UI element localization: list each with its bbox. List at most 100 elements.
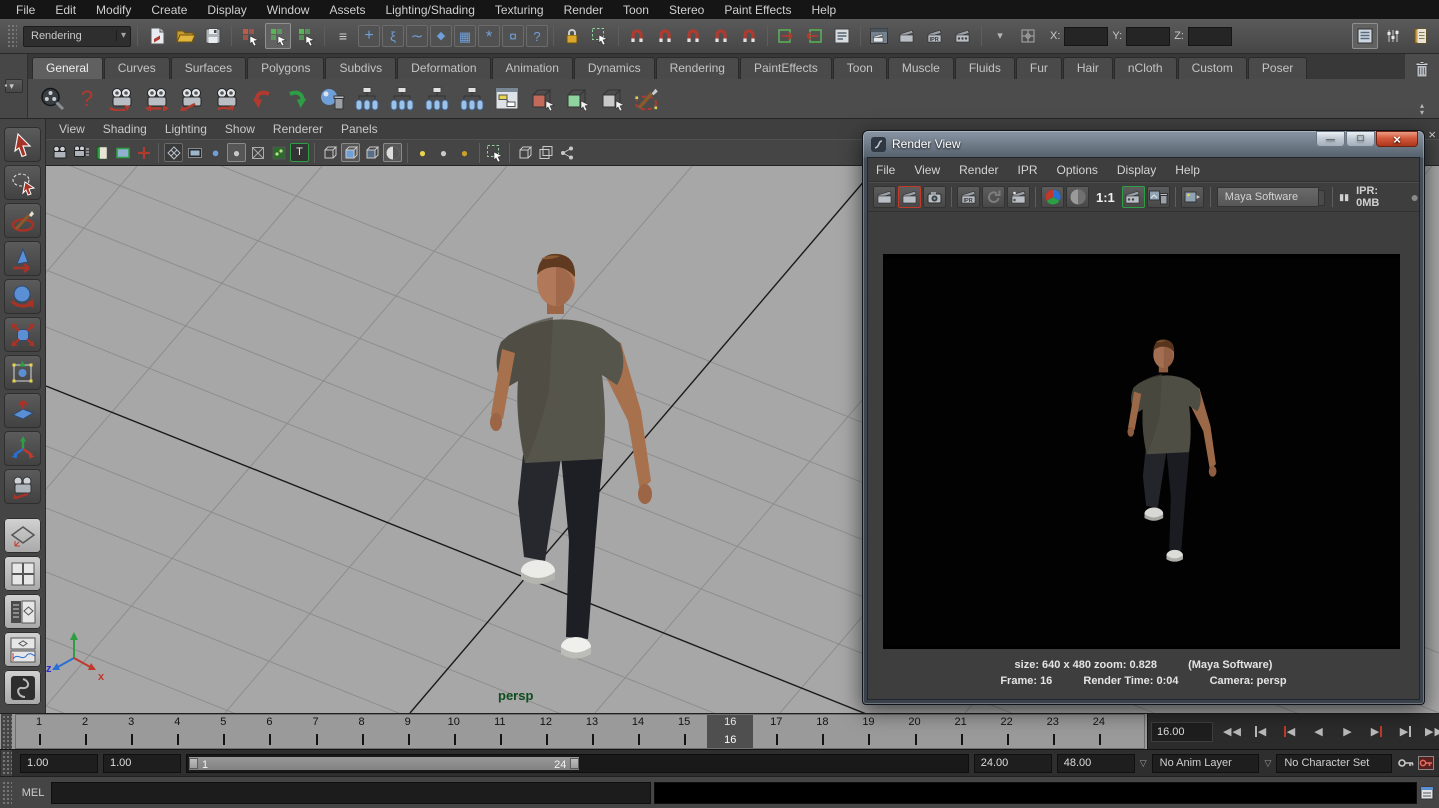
hardware-texturing-icon[interactable] xyxy=(383,143,402,162)
rv-refresh-icon[interactable] xyxy=(982,186,1005,208)
duplicate-red-icon[interactable] xyxy=(526,82,558,116)
go-to-end-button[interactable]: ▶▶ xyxy=(1421,720,1439,744)
rotate-tool-icon[interactable] xyxy=(4,279,41,314)
xray-mode-icon[interactable] xyxy=(362,143,381,162)
menu-create[interactable]: Create xyxy=(141,3,197,17)
anim-layer-dropdown-icon[interactable] xyxy=(1140,758,1147,769)
paint-scripts-icon[interactable] xyxy=(631,82,663,116)
shelf-menu-icon[interactable]: ▾ xyxy=(9,82,14,91)
snap-grid-icon[interactable] xyxy=(624,23,650,49)
frame-5[interactable]: 5 xyxy=(200,715,246,748)
anim-layer-select[interactable]: No Anim Layer xyxy=(1152,754,1260,773)
render-current-frame-icon[interactable] xyxy=(894,23,920,49)
paint-select-tool-icon[interactable] xyxy=(4,203,41,238)
shelf-tab-dynamics[interactable]: Dynamics xyxy=(574,57,655,79)
bookmarks-icon[interactable] xyxy=(92,143,111,162)
mask-curves-icon[interactable]: ∼ xyxy=(406,25,428,47)
playback-range-track[interactable]: 1 24 xyxy=(189,757,579,770)
menu-render[interactable]: Render xyxy=(554,3,613,17)
layout-hypershade-icon[interactable] xyxy=(4,670,41,705)
delete-unused-icon[interactable] xyxy=(316,82,348,116)
snap-plane-icon[interactable] xyxy=(708,23,734,49)
tool-settings-icon[interactable] xyxy=(1380,23,1406,49)
frame-1[interactable]: 1 xyxy=(16,715,62,748)
lasso-tool-icon[interactable] xyxy=(4,165,41,200)
menu-window[interactable]: Window xyxy=(257,3,320,17)
texture-view-icon[interactable]: T xyxy=(290,143,309,162)
menu-toon[interactable]: Toon xyxy=(613,3,659,17)
single-pane-cube-icon[interactable] xyxy=(515,143,534,162)
specular-light-icon[interactable]: ● xyxy=(455,143,474,162)
frame-19[interactable]: 19 xyxy=(845,715,891,748)
go-to-start-button[interactable]: ◀◀ xyxy=(1218,720,1245,744)
layout-single-icon[interactable] xyxy=(4,518,41,553)
y-field[interactable] xyxy=(1126,27,1170,46)
hypergraph-icon[interactable] xyxy=(491,82,523,116)
move-tool-icon[interactable] xyxy=(4,241,41,276)
rv-settings-icon[interactable] xyxy=(1122,186,1145,208)
frame-2[interactable]: 2 xyxy=(62,715,108,748)
snap-curve-icon[interactable] xyxy=(652,23,678,49)
shelf-tab-curves[interactable]: Curves xyxy=(104,57,170,79)
menu-help[interactable]: Help xyxy=(1175,163,1200,177)
pan-zoom-icon[interactable] xyxy=(134,143,153,162)
rv-keep-icon[interactable] xyxy=(1181,186,1204,208)
layered-panes-icon[interactable] xyxy=(536,143,555,162)
select-tool-icon[interactable] xyxy=(4,127,41,162)
key-light-icon[interactable]: ● xyxy=(413,143,432,162)
soft-modification-icon[interactable] xyxy=(4,393,41,428)
frame-7[interactable]: 7 xyxy=(292,715,338,748)
character-set-dropdown-icon[interactable] xyxy=(1264,758,1271,769)
ik-spline-icon[interactable] xyxy=(421,82,453,116)
shelf-tab-fur[interactable]: Fur xyxy=(1016,57,1062,79)
ipr-render-icon[interactable]: IPR xyxy=(922,23,948,49)
frame-14[interactable]: 14 xyxy=(615,715,661,748)
step-back-key-button[interactable]: ◀ xyxy=(1276,720,1303,744)
select-hierarchy-icon[interactable] xyxy=(237,23,263,49)
menu-file[interactable]: File xyxy=(876,163,895,177)
channel-box-icon[interactable] xyxy=(1408,23,1434,49)
rv-ipr-region-icon[interactable] xyxy=(1007,186,1030,208)
animation-end-field[interactable] xyxy=(1057,754,1135,773)
image-plane-icon[interactable] xyxy=(113,143,132,162)
time-slider[interactable]: 1234567891011121314151616171819202122232… xyxy=(15,714,1145,749)
menu-options[interactable]: Options xyxy=(1057,163,1098,177)
use-all-lights-icon[interactable] xyxy=(269,143,288,162)
share-panel-icon[interactable] xyxy=(557,143,576,162)
menu-stereo[interactable]: Stereo xyxy=(659,3,714,17)
shelf-help-icon[interactable]: ? xyxy=(71,82,103,116)
render-view-open-icon[interactable] xyxy=(866,23,892,49)
mask-dynamics-icon[interactable]: * xyxy=(478,25,500,47)
duplicate-gray-icon[interactable] xyxy=(596,82,628,116)
undo-icon[interactable] xyxy=(246,82,278,116)
frame-16[interactable]: 1616 xyxy=(707,715,753,748)
step-forward-frame-button[interactable]: ▶ xyxy=(1392,720,1419,744)
show-manipulator-icon[interactable] xyxy=(4,431,41,466)
frame-13[interactable]: 13 xyxy=(569,715,615,748)
camera-attributes-icon[interactable] xyxy=(71,143,90,162)
attribute-editor-icon[interactable] xyxy=(1352,23,1378,49)
play-backwards-button[interactable]: ◀ xyxy=(1305,720,1332,744)
win-maximize-icon[interactable]: □ xyxy=(1346,131,1375,147)
rv-rgb-icon[interactable] xyxy=(1041,186,1064,208)
highlight-selection-icon[interactable] xyxy=(587,23,613,49)
scale-tool-icon[interactable] xyxy=(4,317,41,352)
x-field[interactable] xyxy=(1064,27,1108,46)
render-view-titlebar[interactable]: Render View —□× xyxy=(867,131,1420,157)
menu-modify[interactable]: Modify xyxy=(86,3,141,17)
input-connections-icon[interactable] xyxy=(773,23,799,49)
menu-lighting-shading[interactable]: Lighting/Shading xyxy=(375,3,484,17)
shelf-tab-toon[interactable]: Toon xyxy=(833,57,887,79)
command-input[interactable] xyxy=(51,782,651,804)
select-component-icon[interactable] xyxy=(293,23,319,49)
shelf-tab-poser[interactable]: Poser xyxy=(1248,57,1307,79)
save-scene-icon[interactable] xyxy=(200,23,226,49)
rv-pause-icon[interactable]: ▮▮ xyxy=(1339,193,1349,202)
film-gate-icon[interactable] xyxy=(185,143,204,162)
playback-end-field[interactable] xyxy=(974,754,1052,773)
menu-ipr[interactable]: IPR xyxy=(1018,163,1038,177)
rv-render-icon[interactable] xyxy=(873,186,896,208)
renderer-select[interactable]: Maya Software xyxy=(1217,187,1319,207)
mask-surfaces-icon[interactable]: ◆ xyxy=(430,25,452,47)
menu-help[interactable]: Help xyxy=(802,3,847,17)
